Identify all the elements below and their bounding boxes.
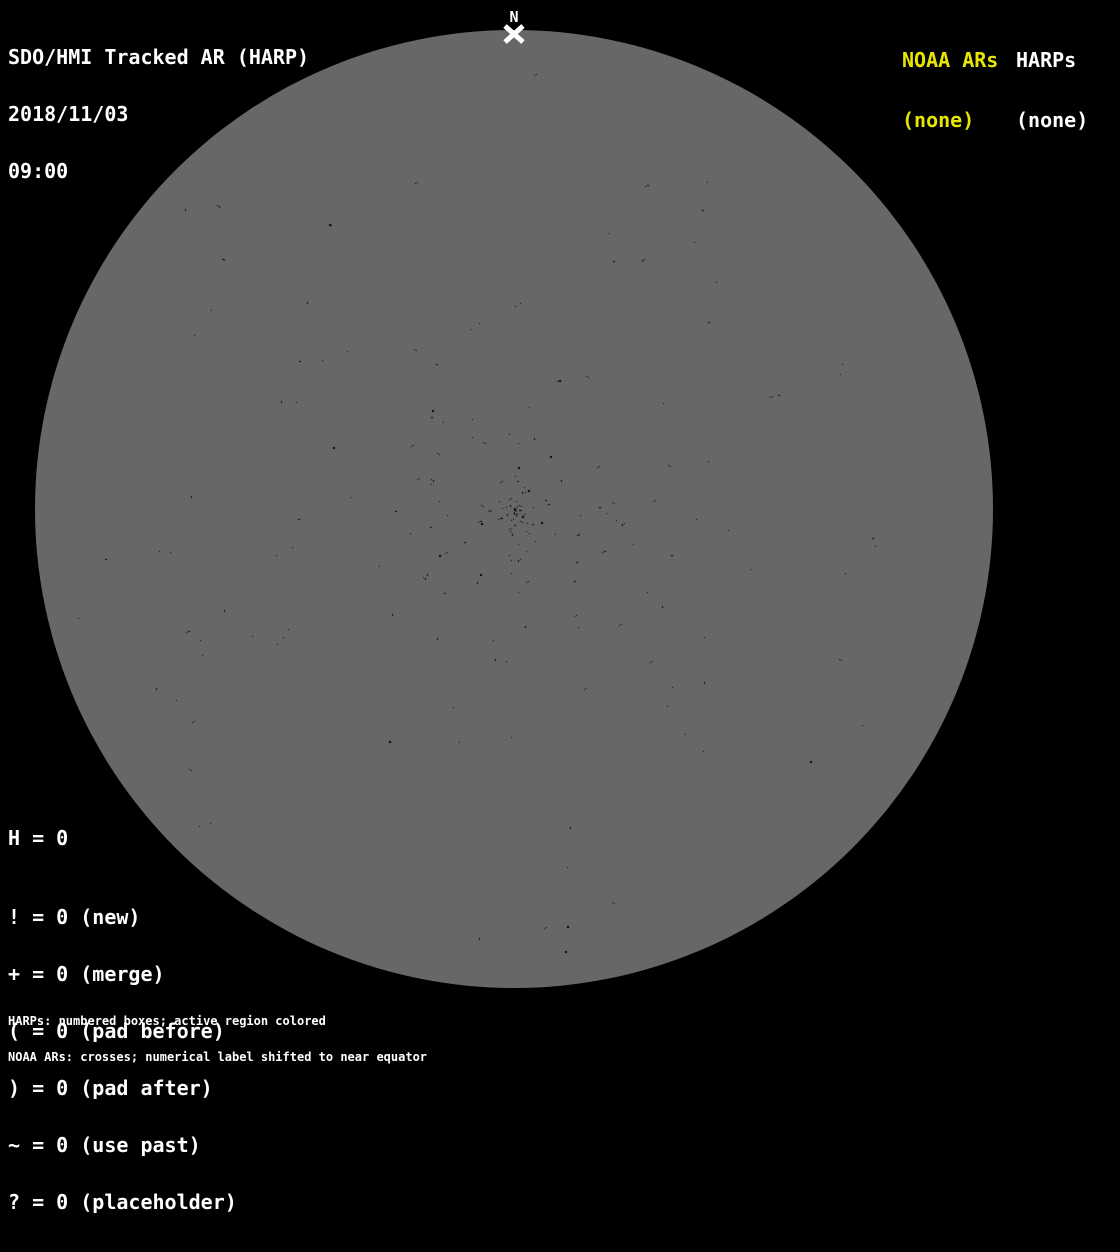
time-label: 09:00 [8,159,69,183]
title-block: SDO/HMI Tracked AR (HARP) 2018/11/03 09:… [8,10,309,219]
legend-line-new: ! = 0 (new) [8,905,141,929]
footnote-block: HARPs: numbered boxes; active region col… [8,991,427,1087]
noaa-ars-header: NOAA ARs [902,48,999,72]
noaa-ars-value: (none) [902,108,975,132]
footnote-noaa: NOAA ARs: crosses; numerical label shift… [8,1050,428,1064]
north-cross-icon [503,24,525,44]
footnote-harps: HARPs: numbered boxes; active region col… [8,1014,326,1028]
harps-column: HARPs (none) [1016,10,1088,170]
harps-header: HARPs [1016,48,1077,72]
harps-value: (none) [1016,108,1089,132]
noaa-ars-column: NOAA ARs (none) [902,10,998,170]
legend-line-use-past: ~ = 0 (use past) [8,1133,201,1157]
date-label: 2018/11/03 [8,102,129,126]
legend-line-merge: + = 0 (merge) [8,962,165,986]
legend-line-placeholder: ? = 0 (placeholder) [8,1190,237,1214]
harp-count-label: H = 0 [8,826,69,850]
page-title: SDO/HMI Tracked AR (HARP) [8,45,310,69]
harp-tracking-plot: SDO/HMI Tracked AR (HARP) 2018/11/03 09:… [0,0,1120,1212]
north-pole-label: N [509,8,519,26]
